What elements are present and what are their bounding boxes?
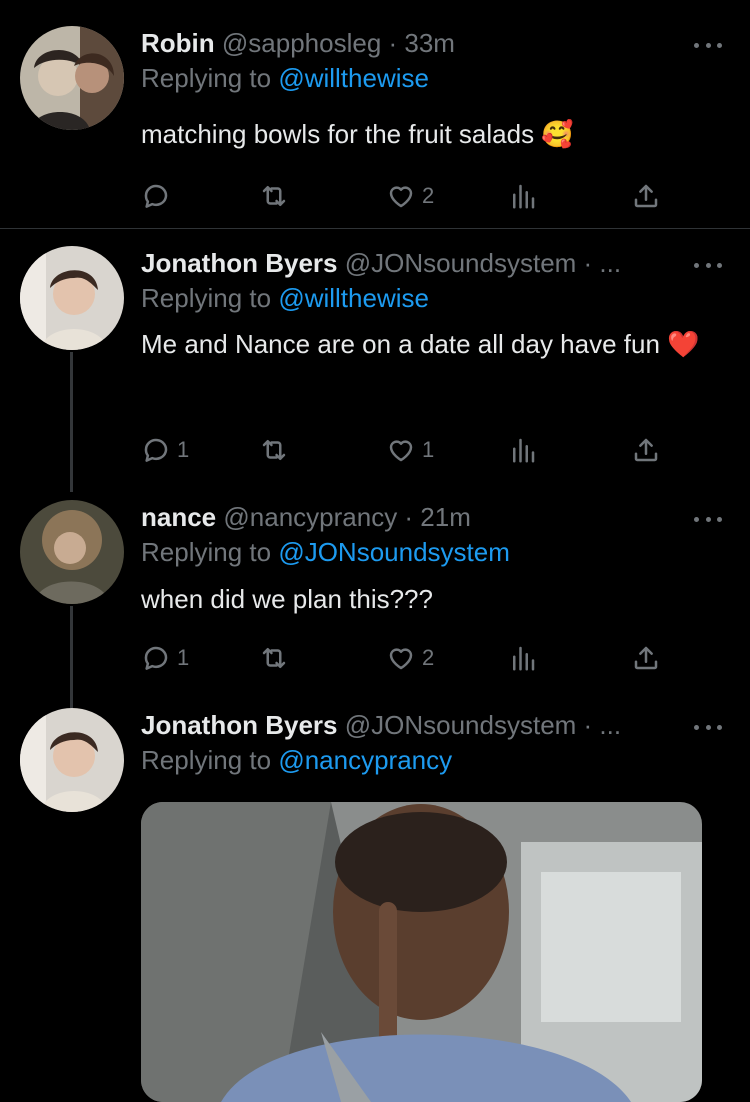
tweet-header: Jonathon Byers @JONsoundsystem · ... — [141, 709, 621, 741]
avatar[interactable] — [20, 26, 124, 130]
avatar[interactable] — [20, 500, 124, 604]
avatar[interactable] — [20, 246, 124, 350]
reply-button[interactable]: 1 — [141, 640, 189, 676]
reply-icon — [141, 435, 171, 465]
like-count: 1 — [422, 437, 435, 462]
share-icon — [631, 181, 661, 211]
thread-line — [70, 352, 73, 492]
like-count: 2 — [422, 183, 435, 208]
mention-link[interactable]: @JONsoundsystem — [278, 537, 510, 567]
reply-button[interactable] — [141, 178, 177, 214]
analytics-button[interactable] — [508, 432, 538, 468]
tweet-actions: 1 2 — [141, 640, 671, 676]
analytics-button[interactable] — [508, 178, 538, 214]
more-icon[interactable] — [694, 255, 722, 275]
replying-to-label: Replying to — [141, 63, 272, 93]
tweet-text: when did we plan this??? — [141, 584, 433, 614]
tweet-divider — [0, 228, 750, 229]
reply-icon — [141, 643, 171, 673]
like-icon — [386, 181, 416, 211]
share-button[interactable] — [631, 178, 661, 214]
share-icon — [631, 435, 661, 465]
mention-link[interactable]: @willthewise — [278, 283, 429, 313]
tweet-text: Me and Nance are on a date all day have … — [141, 329, 700, 359]
reply-icon — [141, 181, 171, 211]
share-icon — [631, 643, 661, 673]
tweet-header: Jonathon Byers @JONsoundsystem · ... — [141, 247, 621, 279]
replying-to: Replying to @nancyprancy — [141, 744, 452, 776]
like-button[interactable]: 2 — [386, 640, 434, 676]
handle-and-time[interactable]: @JONsoundsystem · ... — [345, 710, 621, 740]
like-icon — [386, 435, 416, 465]
retweet-button[interactable] — [259, 640, 289, 676]
like-button[interactable]: 2 — [386, 178, 434, 214]
share-button[interactable] — [631, 432, 661, 468]
avatar[interactable] — [20, 708, 124, 812]
tweet-actions: 1 1 — [141, 432, 671, 468]
more-icon[interactable] — [694, 509, 722, 529]
display-name[interactable]: Jonathon Byers — [141, 710, 338, 740]
display-name[interactable]: Jonathon Byers — [141, 248, 338, 278]
tweet-header: nance @nancyprancy · 21m — [141, 501, 471, 533]
replying-to: Replying to @willthewise — [141, 62, 429, 94]
share-button[interactable] — [631, 640, 661, 676]
reply-count: 1 — [177, 645, 190, 670]
like-count: 2 — [422, 645, 435, 670]
mention-link[interactable]: @willthewise — [278, 63, 429, 93]
like-icon — [386, 643, 416, 673]
retweet-icon — [259, 181, 289, 211]
retweet-button[interactable] — [259, 178, 289, 214]
replying-to-label: Replying to — [141, 283, 272, 313]
analytics-icon — [508, 181, 538, 211]
handle-and-time[interactable]: @nancyprancy · 21m — [223, 502, 471, 532]
thread-line — [70, 606, 73, 708]
more-icon[interactable] — [694, 717, 722, 737]
like-button[interactable]: 1 — [386, 432, 434, 468]
tweet-text: matching bowls for the fruit salads 🥰 — [141, 119, 574, 149]
retweet-icon — [259, 643, 289, 673]
replying-to-label: Replying to — [141, 537, 272, 567]
retweet-icon — [259, 435, 289, 465]
handle-and-time[interactable]: @sapphosleg · 33m — [222, 28, 455, 58]
analytics-icon — [508, 643, 538, 673]
tweet-actions: 2 — [141, 178, 671, 214]
analytics-icon — [508, 435, 538, 465]
retweet-button[interactable] — [259, 432, 289, 468]
handle-and-time[interactable]: @JONsoundsystem · ... — [345, 248, 621, 278]
reply-count: 1 — [177, 437, 190, 462]
tweet-header: Robin @sapphosleg · 33m — [141, 27, 455, 59]
reply-button[interactable]: 1 — [141, 432, 189, 468]
tweet-media-image[interactable] — [141, 802, 702, 1102]
display-name[interactable]: nance — [141, 502, 216, 532]
more-icon[interactable] — [694, 35, 722, 55]
replying-to: Replying to @JONsoundsystem — [141, 536, 510, 568]
analytics-button[interactable] — [508, 640, 538, 676]
display-name[interactable]: Robin — [141, 28, 215, 58]
replying-to-label: Replying to — [141, 745, 272, 775]
replying-to: Replying to @willthewise — [141, 282, 429, 314]
mention-link[interactable]: @nancyprancy — [278, 745, 452, 775]
